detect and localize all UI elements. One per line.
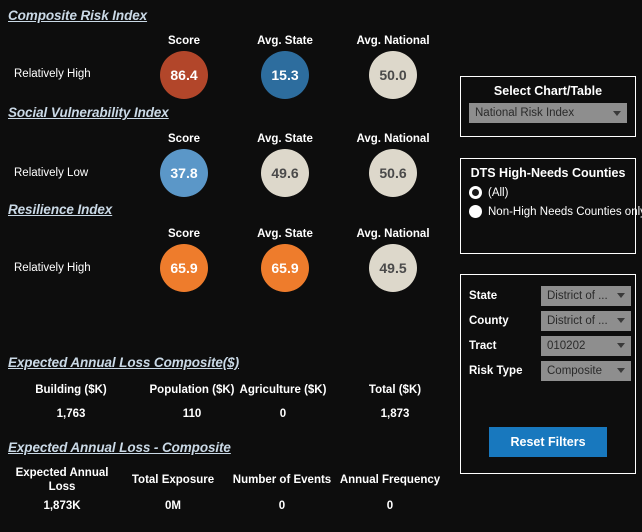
value-annual-frequency: 0	[386, 500, 394, 512]
county-dropdown-value: District of ...	[547, 314, 608, 327]
chevron-down-icon	[617, 368, 625, 373]
filter-label-tract: Tract	[469, 339, 497, 352]
risk-type-dropdown[interactable]: Composite	[541, 360, 631, 381]
score-bubble-resilience: 65.9	[160, 244, 208, 292]
rating-label-resilience: Relatively High	[14, 262, 91, 274]
col-header-total: Total ($K)	[368, 384, 422, 396]
filter-label-county: County	[469, 314, 509, 327]
column-header-score: Score	[168, 228, 200, 240]
column-header-avg-state: Avg. State	[257, 133, 313, 145]
panel-filters: State District of ... County District of…	[460, 274, 636, 474]
chevron-down-icon	[617, 293, 625, 298]
tract-dropdown-value: 010202	[547, 339, 586, 352]
state-dropdown[interactable]: District of ...	[541, 285, 631, 306]
heading-composite-risk-index[interactable]: Composite Risk Index	[8, 8, 147, 23]
nri-dashboard: Composite Risk Index Score Avg. State Av…	[0, 0, 642, 532]
chevron-down-icon	[617, 343, 625, 348]
filter-row-risk-type: Risk Type Composite	[469, 358, 635, 383]
heading-resilience-index[interactable]: Resilience Index	[8, 202, 112, 217]
col-header-agriculture: Agriculture ($K)	[239, 384, 327, 396]
col-header-annual-frequency: Annual Frequency	[339, 474, 441, 486]
column-header-score: Score	[168, 133, 200, 145]
radio-option-non-high-needs[interactable]: Non-High Needs Counties only	[469, 205, 642, 218]
column-header-avg-national: Avg. National	[356, 228, 430, 240]
reset-filters-button[interactable]: Reset Filters	[489, 427, 607, 457]
value-total: 1,873	[380, 408, 410, 420]
county-dropdown[interactable]: District of ...	[541, 310, 631, 331]
rating-label-composite-risk: Relatively High	[14, 68, 91, 80]
column-header-score: Score	[168, 35, 200, 47]
dashboard-left-column: Composite Risk Index Score Avg. State Av…	[0, 0, 455, 532]
radio-label-non-high-needs: Non-High Needs Counties only	[488, 205, 642, 218]
avg-national-bubble-social-vulnerability: 50.6	[369, 149, 417, 197]
heading-expected-annual-loss-composite-dollars[interactable]: Expected Annual Loss Composite($)	[8, 355, 239, 370]
score-bubble-social-vulnerability: 37.8	[160, 149, 208, 197]
value-agriculture: 0	[279, 408, 287, 420]
radio-icon-non-high-needs[interactable]	[469, 205, 482, 218]
col-header-total-exposure: Total Exposure	[131, 474, 215, 486]
chevron-down-icon	[617, 318, 625, 323]
column-header-avg-state: Avg. State	[257, 35, 313, 47]
avg-state-bubble-resilience: 65.9	[261, 244, 309, 292]
panel-select-chart-table: Select Chart/Table National Risk Index	[460, 76, 636, 137]
avg-national-bubble-resilience: 49.5	[369, 244, 417, 292]
risk-type-dropdown-value: Composite	[547, 364, 602, 377]
heading-social-vulnerability-index[interactable]: Social Vulnerability Index	[8, 105, 169, 120]
filter-row-state: State District of ...	[469, 283, 635, 308]
panel-title-dts-high-needs-counties: DTS High-Needs Counties	[470, 166, 626, 180]
avg-state-bubble-composite-risk: 15.3	[261, 51, 309, 99]
radio-icon-all[interactable]	[469, 186, 482, 199]
value-building: 1,763	[56, 408, 86, 420]
filter-label-state: State	[469, 289, 498, 302]
value-total-exposure: 0M	[165, 500, 181, 512]
col-header-number-of-events: Number of Events	[232, 474, 332, 486]
value-expected-annual-loss: 1,873K	[43, 500, 81, 512]
radio-label-all: (All)	[488, 186, 509, 199]
chevron-down-icon	[613, 110, 621, 116]
avg-national-bubble-composite-risk: 50.0	[369, 51, 417, 99]
state-dropdown-value: District of ...	[547, 289, 608, 302]
column-header-avg-state: Avg. State	[257, 228, 313, 240]
value-number-of-events: 0	[278, 500, 286, 512]
score-bubble-composite-risk: 86.4	[160, 51, 208, 99]
chart-table-dropdown[interactable]: National Risk Index	[469, 103, 627, 123]
chart-table-dropdown-value: National Risk Index	[475, 107, 575, 119]
col-header-expected-annual-loss: Expected Annual Loss	[15, 467, 109, 493]
rating-label-social-vulnerability: Relatively Low	[14, 167, 89, 179]
panel-dts-high-needs-counties: DTS High-Needs Counties (All) Non-High N…	[460, 158, 642, 254]
column-header-avg-national: Avg. National	[356, 35, 430, 47]
column-header-avg-national: Avg. National	[356, 133, 430, 145]
heading-expected-annual-loss-composite[interactable]: Expected Annual Loss - Composite	[8, 440, 231, 455]
filter-label-risk-type: Risk Type	[469, 364, 523, 377]
panel-title-select-chart-table: Select Chart/Table	[493, 84, 603, 98]
radio-option-all[interactable]: (All)	[469, 186, 635, 199]
avg-state-bubble-social-vulnerability: 49.6	[261, 149, 309, 197]
tract-dropdown[interactable]: 010202	[541, 335, 631, 356]
filter-row-tract: Tract 010202	[469, 333, 635, 358]
col-header-building: Building ($K)	[35, 384, 107, 396]
filter-row-county: County District of ...	[469, 308, 635, 333]
